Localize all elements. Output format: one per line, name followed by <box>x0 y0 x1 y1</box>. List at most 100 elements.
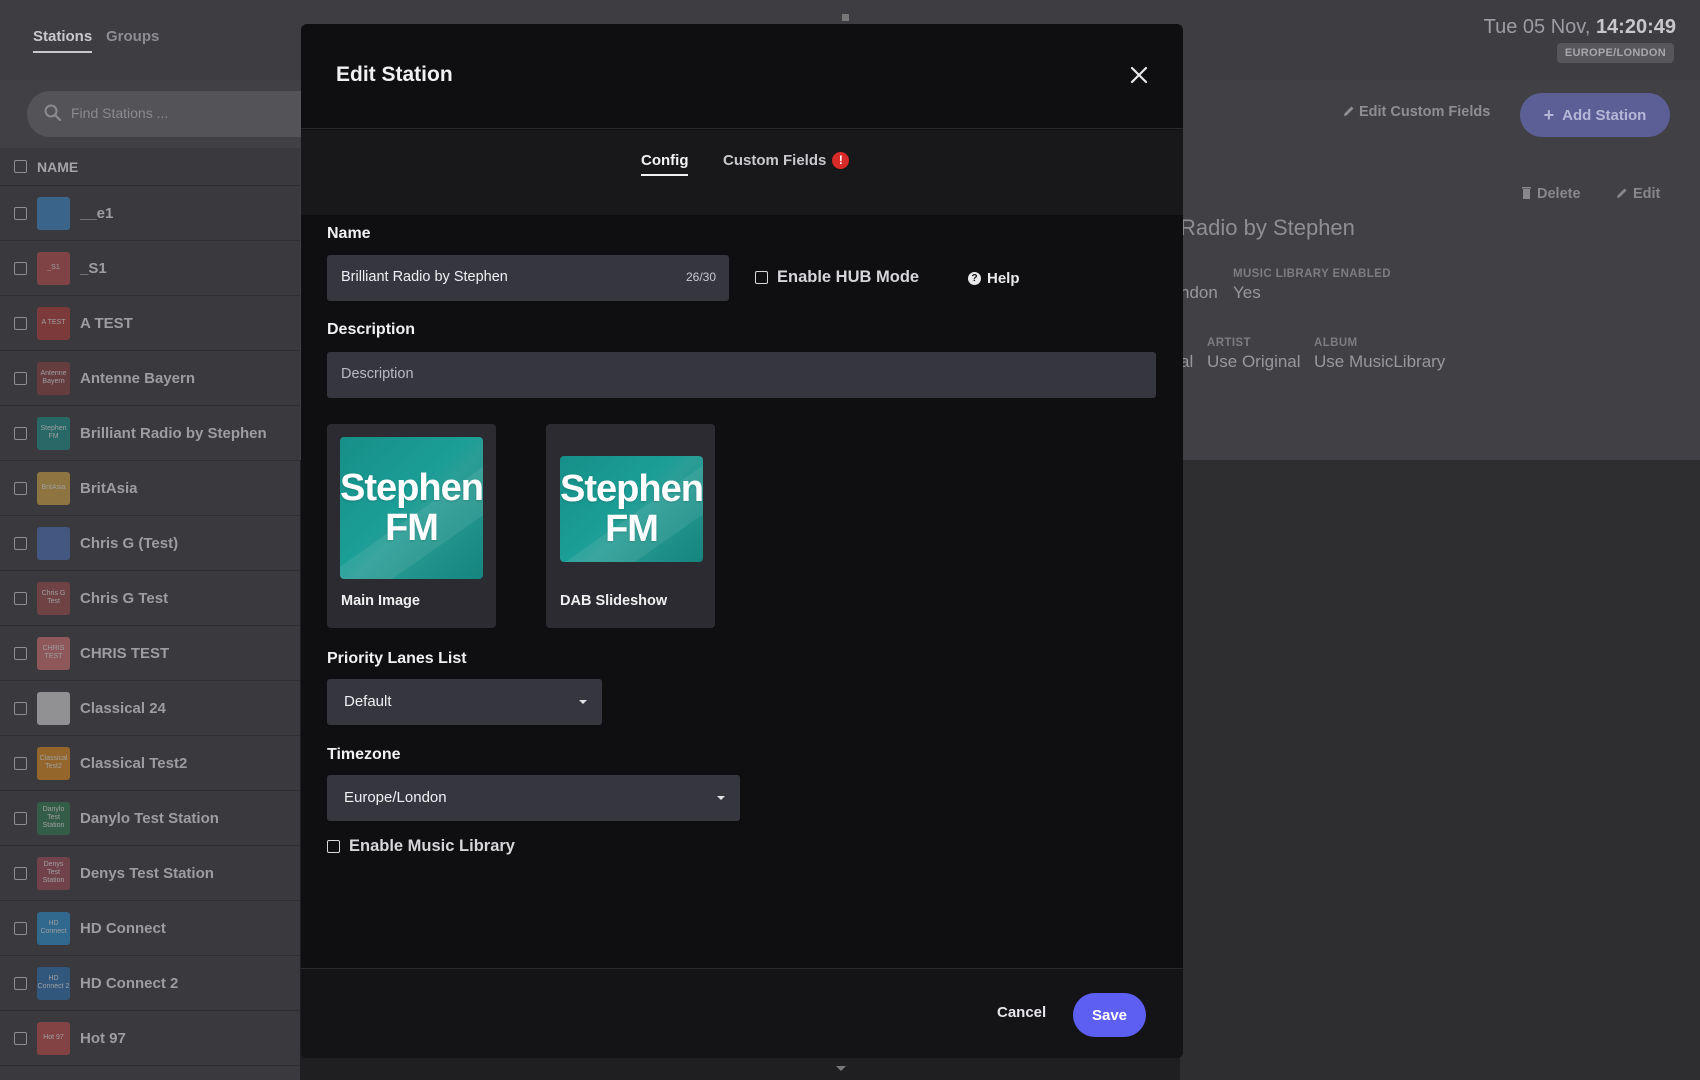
main-image-card[interactable]: Stephen FM Main Image <box>327 424 496 628</box>
music-library-checkbox-box[interactable] <box>327 840 340 853</box>
description-field[interactable]: Description <box>327 352 1156 398</box>
list-item[interactable]: Danylo Test Station Danylo Test Station <box>0 791 300 846</box>
station-thumbnail: CHRIS TEST <box>37 636 70 670</box>
timezone-select[interactable]: Europe/London <box>327 775 740 821</box>
list-item[interactable]: Hot 97 Hot 97 <box>0 1011 300 1066</box>
details-partial-value: ndon <box>1180 283 1218 302</box>
station-thumbnail <box>37 526 70 560</box>
add-station-label: Add Station <box>1562 106 1647 124</box>
priority-lanes-label: Priority Lanes List <box>327 650 467 667</box>
column-header-name: NAME <box>37 158 79 175</box>
tab-stations[interactable]: Stations <box>33 28 93 53</box>
clock-time: 14:20:49 <box>1595 16 1676 38</box>
list-item[interactable]: Denys Test Station Denys Test Station <box>0 846 300 901</box>
list-item[interactable]: Classical Test2 Classical Test2 <box>0 736 300 791</box>
details-field-value: Use Original <box>1207 352 1301 371</box>
tab-custom-fields-label: Custom Fields <box>723 152 827 169</box>
station-thumbnail: Classical Test2 <box>37 746 70 780</box>
row-checkbox[interactable] <box>14 426 27 440</box>
close-icon[interactable] <box>1126 62 1152 88</box>
logo-text-line2: FM <box>385 507 439 549</box>
cancel-button[interactable]: Cancel <box>997 1004 1046 1021</box>
list-item[interactable]: Classical 24 <box>0 681 300 736</box>
station-thumbnail: BritAsia <box>37 471 70 505</box>
list-item[interactable]: Chris G Test Chris G Test <box>0 571 300 626</box>
hub-mode-label: Enable HUB Mode <box>777 268 920 286</box>
list-item[interactable]: Stephen FM Brilliant Radio by Stephen <box>0 406 300 461</box>
help-label: Help <box>987 270 1020 287</box>
tab-config[interactable]: Config <box>641 152 689 176</box>
list-item[interactable]: _S1 _S1 <box>0 241 300 296</box>
station-thumbnail: Stephen FM <box>37 416 70 450</box>
scrollbar-thumb[interactable] <box>842 14 849 21</box>
edit-custom-fields-button[interactable]: Edit Custom Fields <box>1343 104 1490 120</box>
priority-lanes-select[interactable]: Default <box>327 679 602 725</box>
plus-icon: + <box>1543 104 1555 125</box>
details-title: Radio by Stephen <box>1180 215 1355 240</box>
name-field[interactable]: Brilliant Radio by Stephen 26/30 <box>327 255 729 301</box>
list-item[interactable]: HD Connect HD Connect <box>0 901 300 956</box>
description-placeholder: Description <box>341 366 414 382</box>
tab-custom-fields[interactable]: Custom Fields! <box>723 151 850 170</box>
station-name: Brilliant Radio by Stephen <box>80 424 267 442</box>
station-name: Hot 97 <box>80 1029 126 1047</box>
list-item[interactable]: Chris G (Test) <box>0 516 300 571</box>
list-item[interactable]: CHRIS TEST CHRIS TEST <box>0 626 300 681</box>
timezone-value: Europe/London <box>344 789 447 806</box>
row-checkbox[interactable] <box>14 976 27 990</box>
list-item[interactable]: __e1 <box>0 186 300 241</box>
row-checkbox[interactable] <box>14 701 27 715</box>
station-thumbnail: Chris G Test <box>37 581 70 615</box>
modal-header: Edit Station <box>301 24 1183 129</box>
row-checkbox[interactable] <box>14 371 27 385</box>
search-input[interactable]: Find Stations ... <box>71 105 168 121</box>
name-char-counter: 26/30 <box>685 270 716 284</box>
station-thumbnail: HD Connect <box>37 911 70 945</box>
station-name: CHRIS TEST <box>80 644 170 662</box>
list-item[interactable]: Antenne Bayern Antenne Bayern <box>0 351 300 406</box>
row-checkbox[interactable] <box>14 481 27 495</box>
help-link[interactable]: ? Help <box>968 270 1020 287</box>
save-button[interactable]: Save <box>1073 993 1146 1037</box>
hub-mode-checkbox-box[interactable] <box>755 271 768 284</box>
row-checkbox[interactable] <box>14 646 27 660</box>
row-checkbox[interactable] <box>14 316 27 330</box>
station-rows: __e1 _S1 _S1 A TEST A TEST Antenne Bayern Ante… <box>0 186 300 1066</box>
details-field-label: MUSIC LIBRARY ENABLED <box>1233 268 1391 280</box>
station-name: HD Connect <box>80 919 166 937</box>
station-thumbnail: Antenne Bayern <box>37 361 70 395</box>
tab-groups[interactable]: Groups <box>106 28 159 45</box>
station-thumbnail: Denys Test Station <box>37 856 70 890</box>
list-item[interactable]: A TEST A TEST <box>0 296 300 351</box>
details-field-value: Yes <box>1233 283 1261 302</box>
modal-footer: Cancel Save <box>301 968 1183 1058</box>
station-list: NAME __e1 _S1 _S1 A TEST A TEST Antenne Bayer… <box>0 148 300 1080</box>
alert-icon: ! <box>832 151 850 169</box>
row-checkbox[interactable] <box>14 1031 27 1045</box>
list-item[interactable]: BritAsia BritAsia <box>0 461 300 516</box>
edit-button[interactable]: Edit <box>1616 186 1660 202</box>
dab-slideshow-card[interactable]: Stephen FM DAB Slideshow <box>546 424 715 628</box>
modal-title: Edit Station <box>336 63 453 86</box>
row-checkbox[interactable] <box>14 206 27 220</box>
row-checkbox[interactable] <box>14 756 27 770</box>
station-name: A TEST <box>80 314 133 332</box>
row-checkbox[interactable] <box>14 261 27 275</box>
row-checkbox[interactable] <box>14 811 27 825</box>
row-checkbox[interactable] <box>14 921 27 935</box>
hub-mode-checkbox[interactable]: Enable HUB Mode <box>755 268 919 287</box>
list-header: NAME <box>0 148 300 186</box>
delete-button[interactable]: Delete <box>1522 186 1581 202</box>
station-logo-image: Stephen FM <box>340 437 483 579</box>
select-all-checkbox[interactable] <box>14 160 27 173</box>
station-name: HD Connect 2 <box>80 974 179 992</box>
description-label: Description <box>327 321 416 338</box>
list-item[interactable]: HD Connect 2 HD Connect 2 <box>0 956 300 1011</box>
row-checkbox[interactable] <box>14 866 27 880</box>
row-checkbox[interactable] <box>14 591 27 605</box>
music-library-checkbox[interactable]: Enable Music Library <box>327 837 515 856</box>
add-station-button[interactable]: + Add Station <box>1520 93 1670 137</box>
row-checkbox[interactable] <box>14 536 27 550</box>
details-field-label: ALBUM <box>1314 337 1358 349</box>
scroll-down-arrow[interactable] <box>836 1066 846 1071</box>
